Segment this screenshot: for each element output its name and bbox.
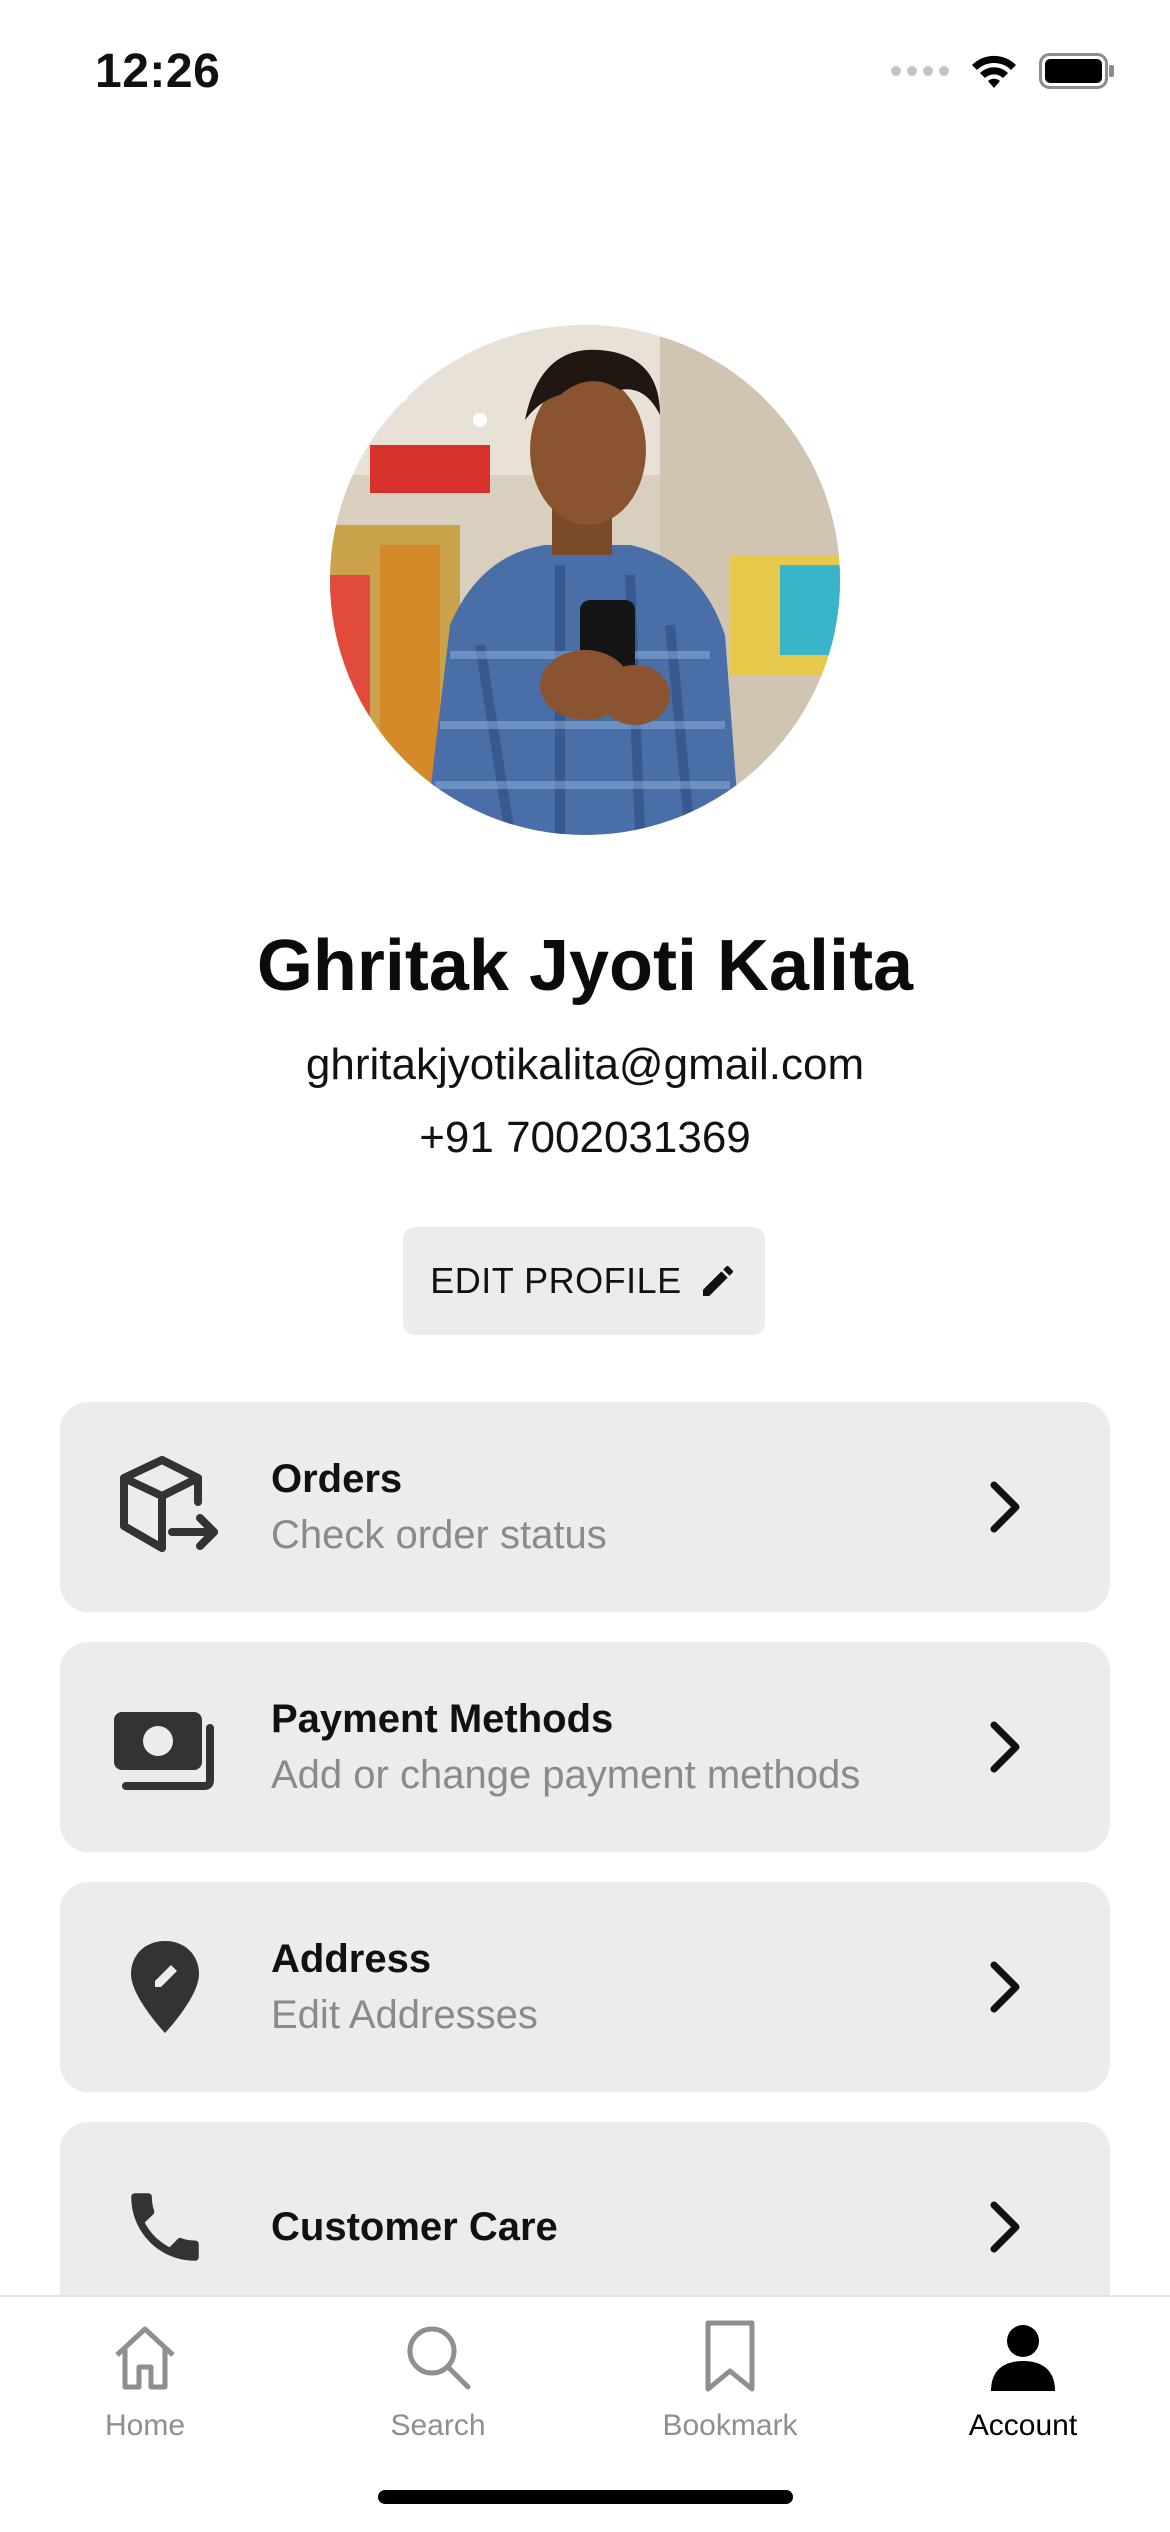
home-icon <box>115 2326 175 2390</box>
tab-search[interactable]: Search <box>318 2317 558 2443</box>
chevron-right-icon <box>990 1961 1020 2013</box>
address-subtitle: Edit Addresses <box>271 1993 538 2037</box>
chevron-right-icon <box>990 2201 1020 2253</box>
pencil-icon <box>702 1265 733 1296</box>
account-screen: 12:26 Ghritak Jyoti Kalita ghritakjyotik… <box>0 0 1170 2532</box>
tab-bookmark-label: Bookmark <box>662 2409 798 2442</box>
tab-home[interactable]: Home <box>25 2317 265 2443</box>
orders-title: Orders <box>271 1457 403 1501</box>
search-icon <box>407 2326 471 2390</box>
battery-icon <box>1039 53 1114 89</box>
profile-name: Ghritak Jyoti Kalita <box>256 926 914 1006</box>
edit-profile-label: EDIT PROFILE <box>430 1260 682 1301</box>
tab-home-label: Home <box>104 2409 186 2442</box>
tab-account[interactable]: Account <box>903 2317 1143 2443</box>
person-icon <box>991 2325 1055 2391</box>
menu-item-payment-methods[interactable]: Payment Methods Add or change payment me… <box>60 1642 1110 1852</box>
orders-subtitle: Check order status <box>271 1513 607 1557</box>
bookmark-icon <box>705 2320 755 2392</box>
profile-email: ghritakjyotikalita@gmail.com <box>305 1040 865 1089</box>
location-pin-icon <box>105 1927 225 2047</box>
home-indicator <box>378 2490 793 2504</box>
money-icon <box>105 1687 225 1807</box>
status-icons <box>891 52 1115 90</box>
box-arrow-icon <box>105 1447 225 1567</box>
tab-bookmark[interactable]: Bookmark <box>610 2317 850 2443</box>
status-time: 12:26 <box>95 45 221 98</box>
payment-methods-title: Payment Methods <box>271 1697 614 1741</box>
address-title: Address <box>271 1937 432 1981</box>
edit-profile-button[interactable]: EDIT PROFILE <box>403 1227 765 1335</box>
menu-item-address[interactable]: Address Edit Addresses <box>60 1882 1110 2092</box>
chevron-right-icon <box>990 1721 1020 1773</box>
profile-phone: +91 7002031369 <box>419 1113 751 1162</box>
tab-account-label: Account <box>968 2409 1078 2442</box>
customer-care-title: Customer Care <box>271 2205 558 2249</box>
tab-search-label: Search <box>390 2409 486 2442</box>
menu-item-orders[interactable]: Orders Check order status <box>60 1402 1110 1612</box>
wifi-icon <box>972 55 1016 88</box>
status-bar: 12:26 <box>0 0 1170 150</box>
payment-methods-subtitle: Add or change payment methods <box>271 1753 861 1797</box>
signal-icon <box>891 66 949 76</box>
phone-icon <box>105 2167 225 2287</box>
profile-avatar[interactable] <box>330 325 840 835</box>
chevron-right-icon <box>990 1481 1020 1533</box>
